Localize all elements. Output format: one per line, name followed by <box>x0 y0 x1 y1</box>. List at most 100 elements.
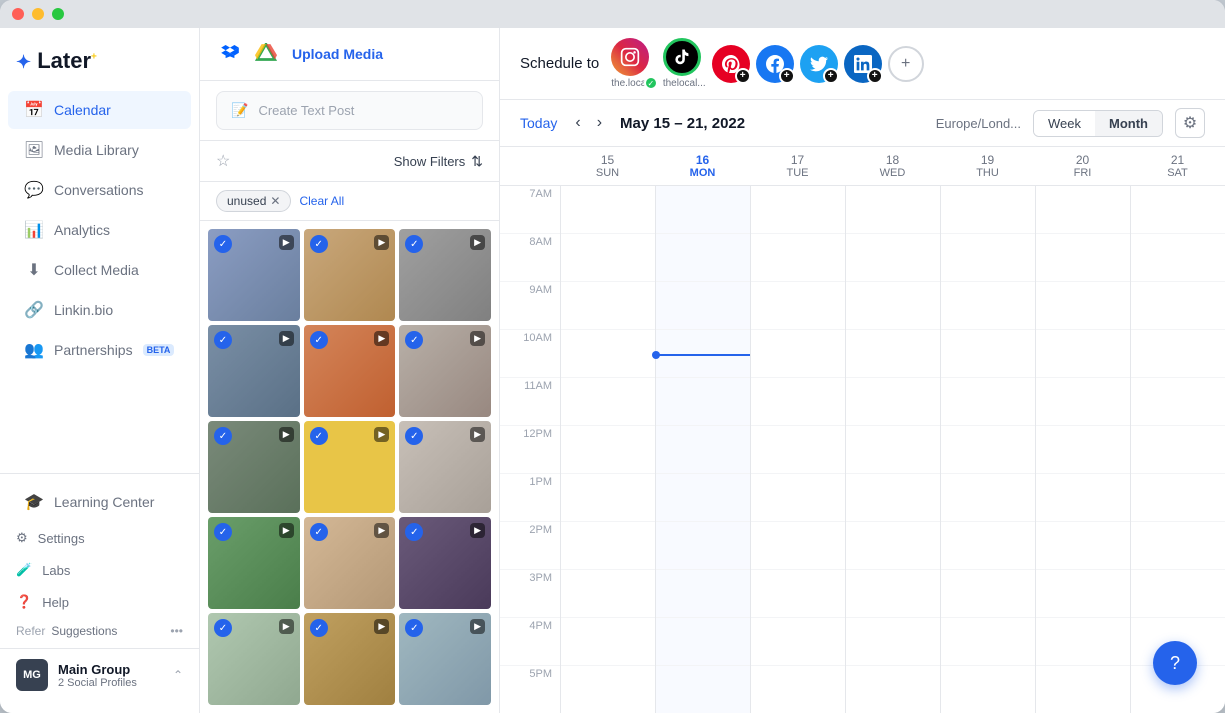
sidebar-item-help[interactable]: ❓ Help <box>0 586 199 618</box>
prev-button[interactable]: ‹ <box>569 112 586 134</box>
day-cell[interactable] <box>1131 570 1225 618</box>
day-cell[interactable] <box>656 618 750 666</box>
day-cell[interactable] <box>1131 234 1225 282</box>
day-cell[interactable] <box>941 330 1035 378</box>
day-cell[interactable] <box>941 234 1035 282</box>
today-button[interactable]: Today <box>520 115 557 131</box>
sidebar-item-settings[interactable]: ⚙ Settings <box>0 522 199 554</box>
help-fab-button[interactable]: ? <box>1153 641 1197 685</box>
day-cell[interactable] <box>1036 378 1130 426</box>
day-cell[interactable] <box>846 186 940 234</box>
day-cell[interactable] <box>751 618 845 666</box>
media-thumb[interactable]: ✓ ▶ <box>304 325 396 417</box>
sidebar-item-conversations[interactable]: 💬 Conversations <box>8 171 191 209</box>
media-thumb[interactable]: ✓ ▶ <box>399 517 491 609</box>
day-cell[interactable] <box>941 474 1035 522</box>
create-text-post-button[interactable]: 📝 Create Text Post <box>216 91 483 130</box>
social-account-linkedin-add[interactable]: + <box>844 45 882 83</box>
day-cell[interactable] <box>561 186 655 234</box>
day-cell[interactable] <box>846 522 940 570</box>
maximize-btn[interactable] <box>52 8 64 20</box>
suggestions-label[interactable]: Suggestions <box>51 624 117 638</box>
day-cell[interactable] <box>751 234 845 282</box>
day-cell[interactable] <box>751 282 845 330</box>
day-cell[interactable] <box>656 234 750 282</box>
sidebar-item-linkin-bio[interactable]: 🔗 Linkin.bio <box>8 291 191 329</box>
day-cell[interactable] <box>1131 426 1225 474</box>
day-cell[interactable] <box>751 570 845 618</box>
day-cell[interactable] <box>1036 282 1130 330</box>
day-cell[interactable] <box>751 522 845 570</box>
sidebar-item-analytics[interactable]: 📊 Analytics <box>8 211 191 249</box>
day-cell[interactable] <box>846 474 940 522</box>
tag-remove-button[interactable]: ✕ <box>270 194 280 208</box>
tag-unused[interactable]: unused ✕ <box>216 190 291 212</box>
media-thumb[interactable]: ✓ ▶ <box>208 229 300 321</box>
calendar-settings-button[interactable]: ⚙ <box>1175 108 1205 138</box>
sidebar-item-learning-center[interactable]: 🎓 Learning Center <box>8 483 191 521</box>
day-cell[interactable] <box>941 618 1035 666</box>
day-cell[interactable] <box>1036 234 1130 282</box>
day-cell[interactable] <box>1036 618 1130 666</box>
day-cell[interactable] <box>846 666 940 713</box>
close-btn[interactable] <box>12 8 24 20</box>
media-thumb[interactable]: ✓ ▶ <box>304 517 396 609</box>
day-cell[interactable] <box>1036 666 1130 713</box>
day-col-fri[interactable] <box>1035 186 1130 713</box>
day-col-thu[interactable] <box>940 186 1035 713</box>
media-thumb[interactable]: ✓ ▶ <box>304 613 396 705</box>
sidebar-item-media-library[interactable]: 🖼 Media Library <box>8 131 191 169</box>
day-cell[interactable] <box>1131 378 1225 426</box>
day-cell[interactable] <box>846 330 940 378</box>
upload-media-button[interactable]: Upload Media <box>292 46 383 62</box>
day-col-wed[interactable] <box>845 186 940 713</box>
day-col-sat[interactable] <box>1130 186 1225 713</box>
media-thumb[interactable]: ✓ ▶ <box>399 229 491 321</box>
sidebar-item-calendar[interactable]: 📅 Calendar <box>8 91 191 129</box>
star-button[interactable]: ☆ <box>216 151 230 171</box>
social-account-tiktok[interactable]: thelocal... <box>663 38 706 89</box>
day-cell[interactable] <box>561 522 655 570</box>
day-col-tue[interactable] <box>750 186 845 713</box>
day-cell[interactable] <box>656 378 750 426</box>
day-cell[interactable] <box>656 426 750 474</box>
show-filters-button[interactable]: Show Filters ⇅ <box>394 153 483 170</box>
day-cell[interactable] <box>561 234 655 282</box>
google-drive-icon[interactable] <box>252 40 280 68</box>
social-account-ig[interactable]: ✓ the.local... <box>611 38 657 89</box>
day-cell[interactable] <box>1036 474 1130 522</box>
next-button[interactable]: › <box>591 112 608 134</box>
day-cell[interactable] <box>656 186 750 234</box>
day-cell[interactable] <box>941 522 1035 570</box>
day-cell[interactable] <box>941 666 1035 713</box>
day-cell[interactable] <box>561 618 655 666</box>
day-cell[interactable] <box>1131 474 1225 522</box>
more-icon[interactable]: ••• <box>170 624 183 638</box>
profile-bar[interactable]: MG Main Group 2 Social Profiles ⌃ <box>0 648 199 701</box>
day-cell[interactable] <box>1036 426 1130 474</box>
day-cell[interactable] <box>656 474 750 522</box>
day-col-mon[interactable] <box>655 186 750 713</box>
day-cell[interactable] <box>751 186 845 234</box>
day-cell[interactable] <box>561 666 655 713</box>
day-cell[interactable] <box>1131 186 1225 234</box>
day-cell[interactable] <box>941 282 1035 330</box>
day-cell[interactable] <box>561 570 655 618</box>
day-cell[interactable] <box>561 282 655 330</box>
media-thumb[interactable]: ✓ ▶ <box>208 421 300 513</box>
day-cell[interactable] <box>846 426 940 474</box>
day-cell[interactable] <box>1131 330 1225 378</box>
day-cell[interactable] <box>656 522 750 570</box>
day-cell[interactable] <box>941 570 1035 618</box>
day-cell[interactable] <box>846 570 940 618</box>
day-cell[interactable] <box>1131 282 1225 330</box>
day-cell[interactable] <box>656 666 750 713</box>
social-account-pinterest-add[interactable]: + <box>712 45 750 83</box>
day-cell[interactable] <box>561 474 655 522</box>
day-cell[interactable] <box>1036 330 1130 378</box>
day-cell[interactable] <box>561 378 655 426</box>
day-cell[interactable] <box>751 330 845 378</box>
media-thumb[interactable]: ✓ ▶ <box>399 325 491 417</box>
social-account-facebook-add[interactable]: + <box>756 45 794 83</box>
day-cell[interactable] <box>1036 522 1130 570</box>
